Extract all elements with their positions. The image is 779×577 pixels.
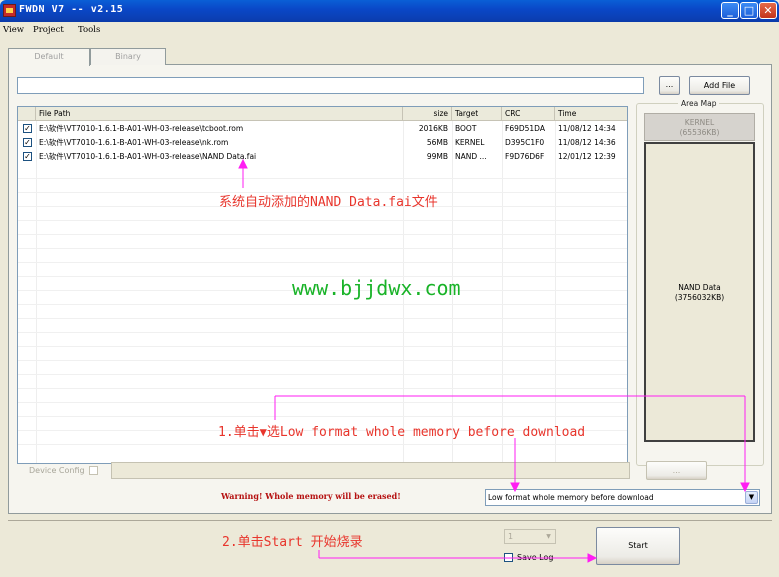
arrow-head (510, 482, 520, 493)
arrow-head (587, 553, 598, 563)
arrow-head (238, 158, 248, 169)
arrow-head (740, 482, 750, 493)
annotation-arrows (238, 158, 750, 563)
